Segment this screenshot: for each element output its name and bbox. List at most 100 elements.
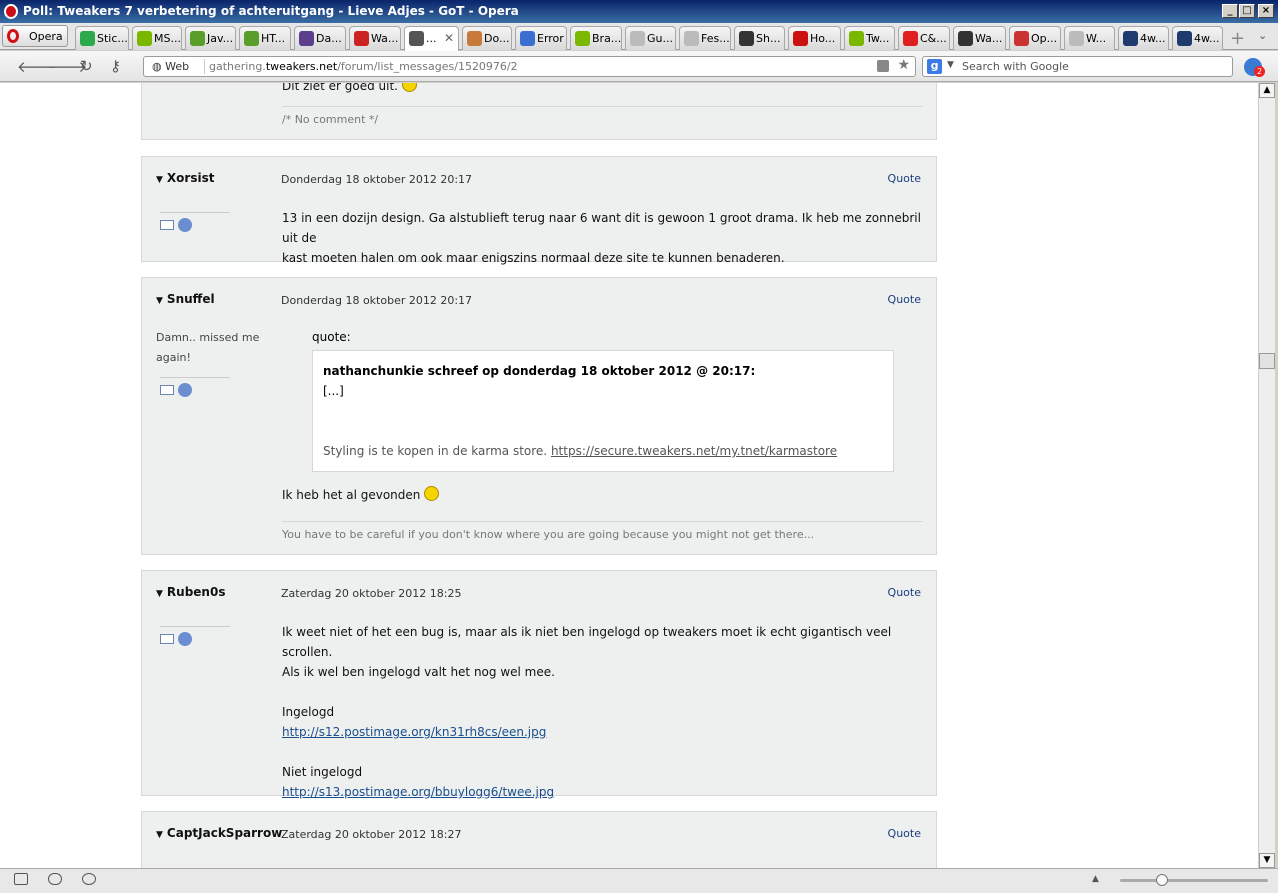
tab-label: Bra... (592, 32, 622, 45)
tab-close-icon[interactable]: ✕ (444, 31, 454, 45)
tab-13[interactable]: Sh... (734, 26, 785, 50)
unite-icon[interactable]: 2 (1244, 58, 1265, 77)
tab-favicon-icon (354, 31, 369, 46)
collapse-triangle-icon[interactable]: ▼ (156, 830, 163, 840)
tab-label: Sh... (756, 32, 781, 45)
close-button[interactable]: × (1258, 4, 1274, 18)
user-profile-icon[interactable] (178, 631, 192, 646)
tab-favicon-icon (793, 31, 808, 46)
search-box[interactable]: g ▼ Search with Google (922, 56, 1233, 77)
tab-21[interactable]: 4w... (1172, 26, 1223, 50)
post-author[interactable]: ▼ Xorsist (156, 171, 214, 185)
tab-19[interactable]: W... (1064, 26, 1115, 50)
zoom-slider[interactable] (1120, 874, 1268, 886)
tab-6[interactable]: Wa... (349, 26, 401, 50)
tab-favicon-icon (630, 31, 645, 46)
tab-label: Do... (484, 32, 510, 45)
panel-toggle-icon[interactable] (14, 873, 28, 885)
new-tab-button[interactable]: + (1230, 28, 1245, 49)
tab-8[interactable]: Do... (462, 26, 512, 50)
scroll-thumb[interactable] (1259, 353, 1275, 369)
post-signature: /* No comment */ (282, 106, 923, 126)
tab-favicon-icon (739, 31, 754, 46)
tab-favicon-icon (190, 31, 205, 46)
tab-20[interactable]: 4w... (1118, 26, 1169, 50)
key-icon[interactable]: ⚷ (110, 57, 121, 75)
user-icons (160, 626, 230, 646)
post-date: Donderdag 18 oktober 2012 20:17 (281, 294, 473, 307)
tab-16[interactable]: C&... (898, 26, 950, 50)
quote-link[interactable]: Quote (888, 172, 921, 185)
zoom-slider-knob[interactable] (1156, 874, 1168, 886)
tab-favicon-icon (80, 31, 95, 46)
collapse-triangle-icon[interactable]: ▼ (156, 296, 163, 306)
user-profile-icon[interactable] (178, 382, 192, 397)
url-text[interactable]: gathering.tweakers.net/forum/list_messag… (209, 60, 518, 73)
user-card-icon[interactable] (160, 633, 174, 644)
tab-label: W... (1086, 32, 1107, 45)
quote-link[interactable]: Quote (888, 293, 921, 306)
tab-4[interactable]: HT... (239, 26, 291, 50)
tab-label: ... (426, 32, 437, 45)
web-badge[interactable]: ◍ Web (152, 60, 189, 73)
tab-label: Wa... (975, 32, 1003, 45)
tab-17[interactable]: Wa... (953, 26, 1006, 50)
collapse-triangle-icon[interactable]: ▼ (156, 175, 163, 185)
unite-cloud-icon[interactable] (48, 873, 62, 885)
tab-3[interactable]: Jav... (185, 26, 236, 50)
tab-menu-icon[interactable]: ⌄ (1258, 29, 1267, 42)
title-bar: Poll: Tweakers 7 verbetering of achterui… (0, 0, 1278, 23)
tab-favicon-icon (575, 31, 590, 46)
quote-link[interactable]: Quote (888, 827, 921, 840)
tab-1[interactable]: Stic... (75, 26, 129, 50)
tab-15[interactable]: Tw... (844, 26, 895, 50)
quote-link[interactable]: Quote (888, 586, 921, 599)
tab-favicon-icon (520, 31, 535, 46)
user-card-icon[interactable] (160, 384, 174, 395)
tab-14[interactable]: Ho... (788, 26, 841, 50)
tab-label: Wa... (371, 32, 399, 45)
user-card-icon[interactable] (160, 219, 174, 230)
maximize-button[interactable]: □ (1239, 4, 1255, 18)
google-icon[interactable]: g (927, 59, 942, 74)
tab-9[interactable]: Error (515, 26, 567, 50)
scroll-down-icon[interactable]: ▼ (1259, 853, 1275, 868)
tab-18[interactable]: Op... (1009, 26, 1061, 50)
tab-12[interactable]: Fes... (679, 26, 731, 50)
post-text-line: Als ik wel ben ingelogd valt het nog wel… (282, 665, 555, 679)
tab-label: Fes... (701, 32, 730, 45)
post-author[interactable]: ▼ Ruben0s (156, 585, 225, 599)
post-text: Dit ziet er goed uit. (282, 83, 398, 93)
post-author[interactable]: ▼ Snuffel (156, 292, 215, 306)
bookmark-star-icon[interactable]: ★ (897, 57, 910, 73)
tab-5[interactable]: Da... (294, 26, 346, 50)
rss-icon[interactable] (877, 60, 889, 72)
image-link-2[interactable]: http://s13.postimage.org/bbuylogg6/twee.… (282, 785, 554, 799)
reload-icon[interactable]: ↻ (80, 57, 93, 75)
zoom-toggle-icon[interactable]: ▲ (1092, 874, 1099, 884)
post-date: Donderdag 18 oktober 2012 20:17 (281, 173, 473, 186)
window-title: Poll: Tweakers 7 verbetering of achterui… (23, 4, 519, 18)
tab-label: Ho... (810, 32, 836, 45)
tab-10[interactable]: Bra... (570, 26, 622, 50)
vertical-scrollbar[interactable]: ▲ ▼ (1258, 83, 1275, 868)
karmastore-link[interactable]: https://secure.tweakers.net/my.tnet/karm… (551, 444, 837, 458)
minimize-button[interactable]: _ (1222, 4, 1238, 18)
post-author[interactable]: ▼ CaptJackSparrow (156, 826, 282, 840)
collapse-triangle-icon[interactable]: ▼ (156, 589, 163, 599)
tab-7[interactable]: ... ✕ (404, 26, 459, 51)
tab-label: MS... (154, 32, 181, 45)
user-profile-icon[interactable] (178, 217, 192, 232)
image-link-1[interactable]: http://s12.postimage.org/kn31rh8cs/een.j… (282, 725, 546, 739)
quote-label: quote: (312, 330, 351, 344)
search-engine-dropdown-icon[interactable]: ▼ (947, 60, 954, 70)
address-bar[interactable]: ◍ Web gathering.tweakers.net/forum/list_… (143, 56, 916, 77)
scroll-up-icon[interactable]: ▲ (1259, 83, 1275, 98)
user-icons (160, 212, 230, 232)
tab-2[interactable]: MS... (132, 26, 182, 50)
opera-menu-button[interactable]: Opera (2, 25, 68, 47)
tab-label: HT... (261, 32, 286, 45)
tab-label: Tw... (866, 32, 890, 45)
tab-11[interactable]: Gu... (625, 26, 676, 50)
turbo-icon[interactable] (82, 873, 96, 885)
